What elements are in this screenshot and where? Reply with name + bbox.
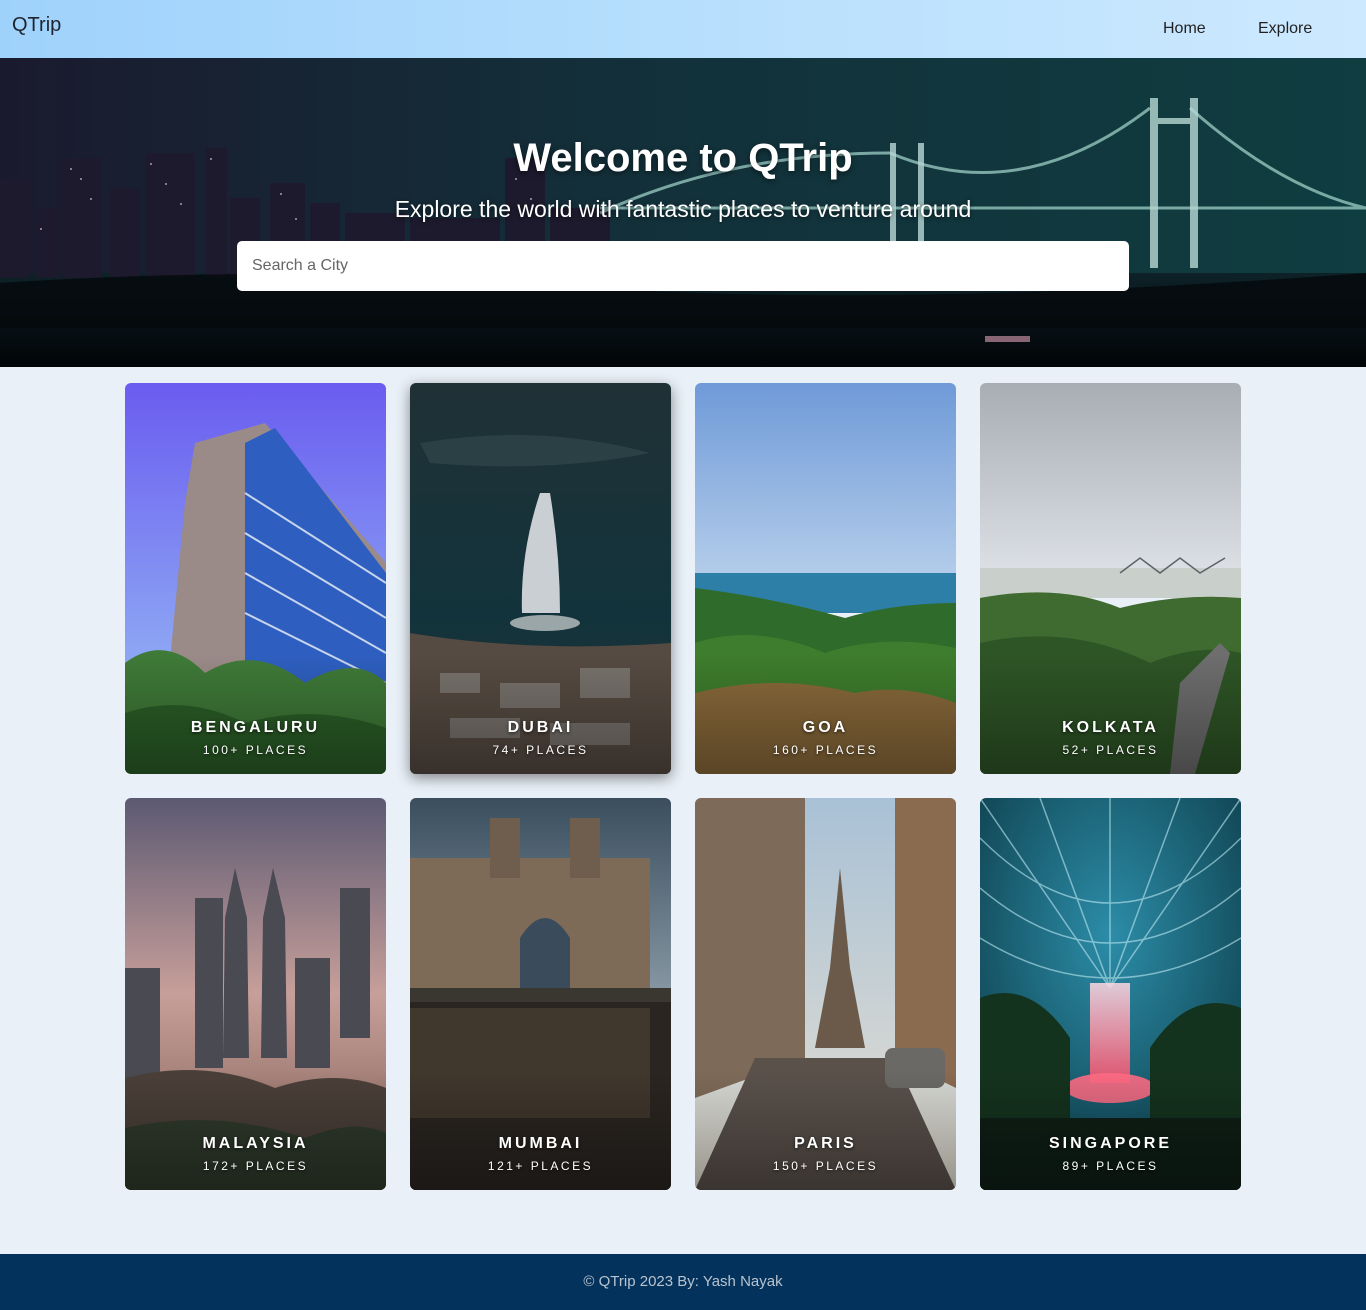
city-card-mumbai[interactable]: MUMBAI 121+ PLACES [410,798,671,1190]
city-card-caption: DUBAI 74+ PLACES [410,719,671,757]
city-card-dubai[interactable]: DUBAI 74+ PLACES [410,383,671,774]
nav-link-explore[interactable]: Explore [1258,20,1312,38]
city-name: SINGAPORE [1048,1135,1172,1152]
city-places-count: 52+ PLACES [1062,743,1159,757]
footer: © QTrip 2023 By: Yash Nayak [0,1254,1366,1310]
footer-text: © QTrip 2023 By: Yash Nayak [583,1273,783,1290]
city-card-caption: SINGAPORE 89+ PLACES [980,1135,1241,1173]
hero-banner: Welcome to QTrip Explore the world with … [0,58,1366,367]
city-name: PARIS [794,1135,857,1152]
city-places-count: 121+ PLACES [487,1159,594,1173]
city-card-goa[interactable]: GOA 160+ PLACES [695,383,956,774]
city-places-count: 172+ PLACES [202,1159,309,1173]
city-card-caption: GOA 160+ PLACES [695,719,956,757]
hero-title: Welcome to QTrip [513,136,853,180]
city-card-bengaluru[interactable]: BENGALURU 100+ PLACES [125,383,386,774]
city-name: GOA [802,719,849,736]
brand-logo[interactable]: QTrip [12,14,61,37]
city-name: MALAYSIA [202,1135,309,1152]
city-name: BENGALURU [190,719,321,736]
city-card-malaysia[interactable]: MALAYSIA 172+ PLACES [125,798,386,1190]
city-places-count: 74+ PLACES [492,743,589,757]
city-card-caption: BENGALURU 100+ PLACES [125,719,386,757]
city-places-count: 160+ PLACES [772,743,879,757]
city-card-singapore[interactable]: SINGAPORE 89+ PLACES [980,798,1241,1190]
city-card-caption: MUMBAI 121+ PLACES [410,1135,671,1173]
city-card-caption: KOLKATA 52+ PLACES [980,719,1241,757]
city-card-kolkata[interactable]: KOLKATA 52+ PLACES [980,383,1241,774]
city-places-count: 100+ PLACES [202,743,309,757]
nav-link-home[interactable]: Home [1163,20,1206,38]
city-card-paris[interactable]: PARIS 150+ PLACES [695,798,956,1190]
city-name: DUBAI [507,719,574,736]
city-places-count: 150+ PLACES [772,1159,879,1173]
city-card-caption: PARIS 150+ PLACES [695,1135,956,1173]
city-card-caption: MALAYSIA 172+ PLACES [125,1135,386,1173]
navbar: QTrip Home Explore [0,0,1366,58]
hero-subtitle: Explore the world with fantastic places … [394,196,972,222]
city-name: MUMBAI [498,1135,583,1152]
city-search-input[interactable] [237,241,1129,291]
city-name: KOLKATA [1062,719,1159,736]
city-places-count: 89+ PLACES [1062,1159,1159,1173]
